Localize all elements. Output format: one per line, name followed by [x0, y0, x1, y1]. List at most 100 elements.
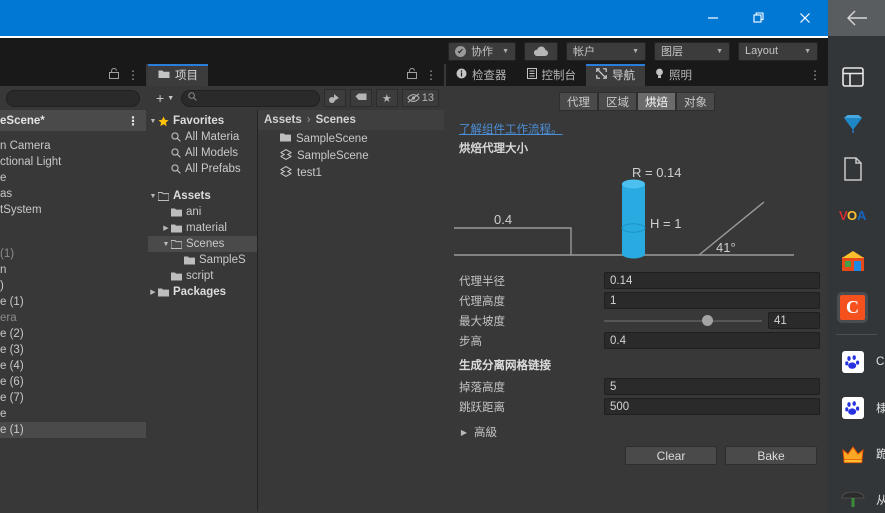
- project-tree-row[interactable]: SampleS: [148, 252, 257, 268]
- slider-value-input[interactable]: 41: [768, 312, 820, 329]
- subtab-代理[interactable]: 代理: [559, 92, 598, 111]
- hierarchy-item[interactable]: e (2): [0, 326, 146, 342]
- account-button[interactable]: 帐户 ▼: [566, 41, 646, 61]
- asset-row[interactable]: test1: [258, 164, 444, 181]
- bookmark-collections[interactable]: [828, 54, 885, 100]
- subtab-对象[interactable]: 对象: [676, 92, 715, 111]
- filter-by-label-icon[interactable]: [349, 89, 372, 107]
- asset-row[interactable]: SampleScene: [258, 130, 444, 147]
- hierarchy-search-input[interactable]: [6, 89, 140, 107]
- chevron-down-icon[interactable]: ▼: [161, 241, 171, 248]
- bookmark-document[interactable]: [828, 146, 885, 192]
- cloud-button[interactable]: [524, 41, 558, 61]
- bookmark-house[interactable]: [828, 238, 885, 284]
- tab-info[interactable]: 检查器: [446, 64, 517, 86]
- subtab-烘焙[interactable]: 烘焙: [637, 92, 676, 111]
- project-tree-label: All Materia: [185, 131, 240, 143]
- bookmark-voa[interactable]: V O A: [828, 192, 885, 238]
- bookmark-gem[interactable]: [828, 100, 885, 146]
- project-tree-row[interactable]: ▶ material: [148, 220, 257, 236]
- agent-size-title: 烘焙代理大小: [459, 143, 528, 155]
- project-tree-row[interactable]: All Materia: [148, 129, 257, 145]
- hierarchy-item[interactable]: e (1): [0, 422, 146, 438]
- advanced-foldout[interactable]: ▶ 高級: [454, 417, 820, 440]
- asset-row[interactable]: SampleScene: [258, 147, 444, 164]
- filter-favorites-icon[interactable]: ★: [375, 89, 398, 107]
- project-tree-row[interactable]: ▼ Favorites: [148, 113, 257, 129]
- tab-light-bulb[interactable]: 照明: [645, 64, 702, 86]
- project-search-input[interactable]: [181, 89, 320, 107]
- hierarchy-item[interactable]: ctional Light: [0, 154, 146, 170]
- bookmark-crown[interactable]: 跪: [828, 431, 885, 477]
- hierarchy-item[interactable]: e (1): [0, 294, 146, 310]
- filter-by-type-icon[interactable]: [323, 89, 346, 107]
- hierarchy-item[interactable]: era: [0, 310, 146, 326]
- project-tree-row[interactable]: script: [148, 268, 257, 284]
- breadcrumb-current[interactable]: Scenes: [316, 114, 356, 126]
- bookmark-baidu-2[interactable]: 棣: [828, 385, 885, 431]
- hierarchy-item[interactable]: tSystem: [0, 202, 146, 218]
- tab-project[interactable]: 项目: [148, 64, 208, 86]
- chevron-down-icon[interactable]: ▼: [148, 193, 158, 200]
- window-restore-button[interactable]: [736, 2, 782, 34]
- tab-navigation[interactable]: 导航: [586, 64, 645, 86]
- tab-console[interactable]: 控制台: [517, 64, 587, 86]
- cloud-icon: [533, 45, 549, 56]
- hierarchy-item[interactable]: e (4): [0, 358, 146, 374]
- hierarchy-item[interactable]: e: [0, 170, 146, 186]
- layout-button[interactable]: Layout ▼: [738, 41, 818, 61]
- inspector-menu-icon[interactable]: ⋮: [809, 69, 821, 81]
- hierarchy-menu-icon[interactable]: ⋮: [127, 69, 139, 81]
- lock-icon[interactable]: [109, 66, 119, 84]
- collab-button[interactable]: ✔ 协作 ▼: [448, 41, 516, 61]
- slider-handle[interactable]: [701, 315, 713, 326]
- hierarchy-item[interactable]: e (3): [0, 342, 146, 358]
- hierarchy-item[interactable]: e (7): [0, 390, 146, 406]
- chevron-right-icon[interactable]: ▶: [148, 288, 158, 296]
- plus-icon: +: [156, 90, 165, 106]
- bookmark-baidu-cs[interactable]: CS: [828, 339, 885, 385]
- window-minimize-button[interactable]: [690, 2, 736, 34]
- create-asset-button[interactable]: + ▼: [153, 90, 177, 106]
- slider-track[interactable]: [604, 312, 762, 329]
- workflow-help-link[interactable]: 了解组件工作流程。: [454, 115, 563, 138]
- bake-button[interactable]: Bake: [725, 446, 817, 465]
- lock-icon[interactable]: [407, 66, 417, 84]
- chevron-down-icon[interactable]: ▼: [148, 118, 158, 125]
- hierarchy-item[interactable]: [0, 230, 146, 246]
- project-menu-icon[interactable]: ⋮: [425, 69, 437, 81]
- property-input[interactable]: 500: [604, 398, 820, 415]
- subtab-区域[interactable]: 区域: [598, 92, 637, 111]
- hierarchy-item[interactable]: n: [0, 262, 146, 278]
- hierarchy-item[interactable]: (1): [0, 246, 146, 262]
- property-input[interactable]: 1: [604, 292, 820, 309]
- hierarchy-item[interactable]: as: [0, 186, 146, 202]
- hierarchy-item[interactable]: e (6): [0, 374, 146, 390]
- layers-button[interactable]: 图层 ▼: [654, 41, 730, 61]
- hierarchy-search-row: [0, 86, 146, 110]
- property-input[interactable]: 5: [604, 378, 820, 395]
- project-tree-row[interactable]: ▼ Assets: [148, 188, 257, 204]
- hierarchy-scene-row[interactable]: eScene* ⋮: [0, 110, 146, 131]
- bookmark-mushroom[interactable]: 从: [828, 477, 885, 513]
- property-input[interactable]: 0.4: [604, 332, 820, 349]
- chevron-right-icon[interactable]: ▶: [161, 224, 171, 232]
- hidden-assets-indicator[interactable]: 13: [401, 89, 439, 107]
- hierarchy-item[interactable]: ): [0, 278, 146, 294]
- sidebar-back-button[interactable]: [828, 0, 885, 36]
- project-tree-row[interactable]: ani: [148, 204, 257, 220]
- property-input[interactable]: 0.14: [604, 272, 820, 289]
- bookmark-csdn-selected[interactable]: C: [828, 284, 885, 330]
- hierarchy-item[interactable]: n Camera: [0, 138, 146, 154]
- clear-button[interactable]: Clear: [625, 446, 717, 465]
- project-tree-row[interactable]: All Prefabs: [148, 161, 257, 177]
- project-tree-row[interactable]: ▼ Scenes: [148, 236, 257, 252]
- scene-menu-icon[interactable]: ⋮: [127, 115, 139, 127]
- project-tree-row[interactable]: ▶ Packages: [148, 284, 257, 300]
- hierarchy-item[interactable]: e: [0, 406, 146, 422]
- hierarchy-item-label: e (1): [0, 424, 24, 436]
- app-root: ✔ 协作 ▼ 帐户 ▼ 图层 ▼ Layout ▼ ⋮ eScene* ⋮ n …: [0, 0, 885, 513]
- window-close-button[interactable]: [782, 2, 828, 34]
- project-tree-row[interactable]: All Models: [148, 145, 257, 161]
- breadcrumb-root[interactable]: Assets: [264, 114, 302, 126]
